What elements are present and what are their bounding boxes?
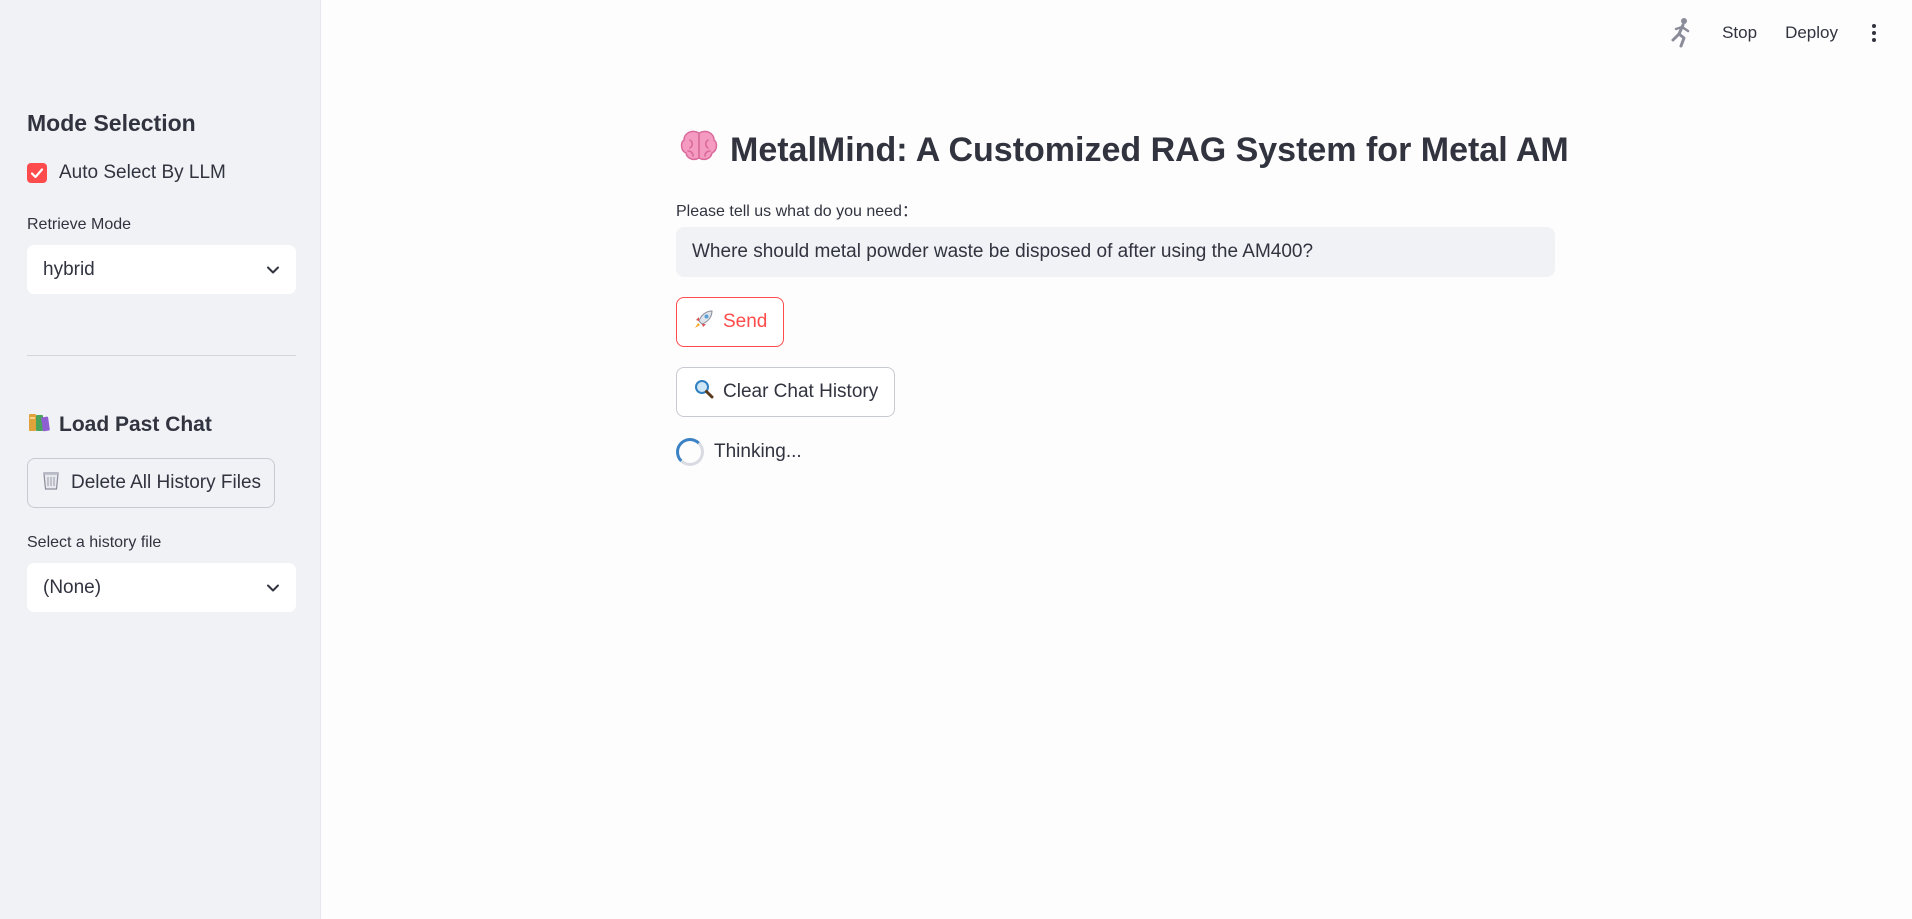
app-root: Mode Selection Auto Select By LLM Retrie… (0, 0, 1912, 919)
history-file-value: (None) (43, 576, 102, 598)
delete-all-history-label: Delete All History Files (70, 472, 262, 493)
delete-all-history-button[interactable]: Delete All History Files (27, 458, 275, 508)
thinking-status: Thinking... (676, 438, 802, 466)
auto-select-checkbox[interactable]: Auto Select By LLM (27, 162, 226, 184)
kebab-menu-icon[interactable] (1866, 24, 1882, 42)
stop-button[interactable]: Stop (1722, 23, 1757, 43)
history-file-label: Select a history file (27, 534, 162, 551)
mode-selection-heading: Mode Selection (27, 110, 196, 136)
running-man-icon (1668, 17, 1694, 49)
auto-select-label: Auto Select By LLM (59, 162, 226, 183)
spinner-icon (676, 438, 704, 466)
magnifier-icon (693, 378, 715, 406)
send-label: Send (723, 311, 768, 332)
history-file-select[interactable]: (None) (27, 563, 296, 612)
wastebasket-icon (41, 469, 61, 497)
retrieve-mode-label: Retrieve Mode (27, 216, 132, 233)
chevron-down-icon (266, 577, 280, 599)
load-past-chat-label: Load Past Chat (59, 413, 212, 436)
rocket-icon (693, 308, 715, 336)
checkbox-checked-icon[interactable] (27, 163, 47, 183)
retrieve-mode-select[interactable]: hybrid (27, 245, 296, 294)
thinking-text: Thinking... (714, 441, 802, 462)
send-button[interactable]: Send (676, 297, 785, 347)
clear-chat-history-label: Clear Chat History (723, 381, 879, 402)
question-input-value: Where should metal powder waste be dispo… (692, 241, 1314, 262)
load-past-chat-heading: Load Past Chat (27, 411, 212, 439)
question-input-label: Please tell us what do you need： (676, 203, 918, 220)
header-toolbar: Stop Deploy (1668, 14, 1882, 52)
page-title-text: MetalMind: A Customized RAG System for M… (730, 131, 1569, 169)
retrieve-mode-value: hybrid (43, 258, 95, 280)
books-icon (27, 411, 51, 439)
page-title: MetalMind: A Customized RAG System for M… (680, 129, 1569, 172)
sidebar: Mode Selection Auto Select By LLM Retrie… (0, 0, 321, 919)
question-input[interactable]: Where should metal powder waste be dispo… (676, 227, 1555, 277)
deploy-button[interactable]: Deploy (1785, 23, 1838, 43)
chevron-down-icon (266, 259, 280, 281)
brain-icon (680, 129, 718, 172)
clear-chat-history-button[interactable]: Clear Chat History (676, 367, 896, 417)
sidebar-divider (27, 355, 296, 356)
